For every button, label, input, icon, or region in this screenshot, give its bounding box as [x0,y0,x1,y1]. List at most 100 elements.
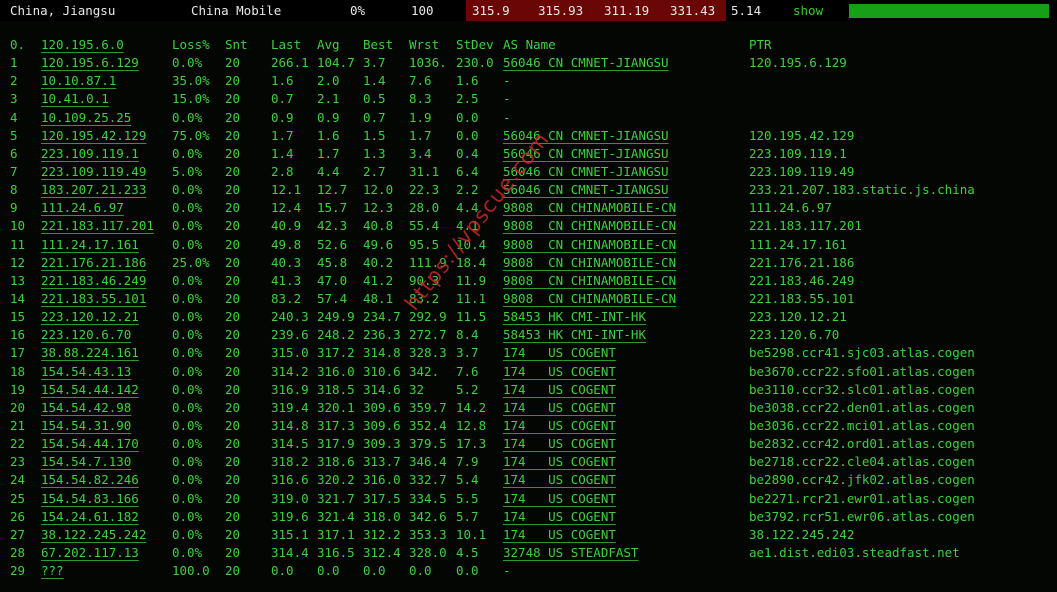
cell-stdev: 10.1 [456,526,487,542]
cell-loss: 0.0% [172,472,203,488]
cell-as[interactable]: 9808 CN CHINAMOBILE-CN [503,254,676,272]
table-row: 24 154.54.82.246 0.0% 20 316.6 320.2 316.0 332.… [0,471,1057,489]
cell-as[interactable]: 174 US COGENT [503,490,616,508]
cell-as[interactable]: 9808 CN CHINAMOBILE-CN [503,236,676,254]
cell-host[interactable]: 221.183.46.249 [41,272,146,290]
cell-best: 48.1 [363,290,394,306]
cell-as[interactable]: 174 US COGENT [503,344,616,362]
cell-last: 239.6 [271,327,309,343]
col-avg: Avg [317,37,340,52]
cell-as[interactable]: 9808 CN CHINAMOBILE-CN [503,290,676,308]
table-row: 1 120.195.6.129 0.0% 20 266.1 104.7 3.7 1036. 23… [0,54,1057,72]
cell-as[interactable]: 174 US COGENT [503,453,616,471]
cell-as[interactable]: 174 US COGENT [503,363,616,381]
cell-best: 12.3 [363,200,394,216]
table-row: 13 221.183.46.249 0.0% 20 41.3 47.0 41.2 90.3 11… [0,272,1057,290]
cell-as[interactable]: 9808 CN CHINAMOBILE-CN [503,217,676,235]
cell-as[interactable]: 56046 CN CMNET-JIANGSU [503,54,669,72]
cell-best: 1.5 [363,127,386,143]
cell-last: 0.9 [271,109,294,125]
cell-host[interactable]: 154.54.43.13 [41,363,131,381]
cell-host[interactable]: ??? [41,562,64,580]
cell-wrst: 342.6 [409,508,447,524]
cell-host[interactable]: 10.10.87.1 [41,72,116,90]
cell-host[interactable]: 223.120.6.70 [41,326,131,344]
cell-last: 12.1 [271,182,302,198]
cell-as[interactable]: 32748 US STEADFAST [503,544,638,562]
cell-loss: 0.0% [172,309,203,325]
cell-snt: 20 [225,563,241,579]
cell-host[interactable]: 38.88.224.161 [41,344,139,362]
cell-host[interactable]: 221.183.117.201 [41,217,154,235]
cell-host[interactable]: 223.109.119.1 [41,145,139,163]
cell-as[interactable]: 174 US COGENT [503,508,616,526]
cell-as[interactable]: 174 US COGENT [503,381,616,399]
cell-best: 234.7 [363,309,401,325]
cell-last: 314.8 [271,417,309,433]
cell-host[interactable]: 120.195.6.129 [41,54,139,72]
cell-host[interactable]: 154.54.31.90 [41,417,131,435]
cell-host[interactable]: 183.207.21.233 [41,181,146,199]
table-row: 22 154.54.44.170 0.0% 20 314.5 317.9 309.3 379.… [0,435,1057,453]
cell-avg: 1.6 [317,127,340,143]
cell-host[interactable]: 221.183.55.101 [41,290,146,308]
cell-host[interactable]: 10.109.25.25 [41,109,131,127]
cell-host[interactable]: 223.109.119.49 [41,163,146,181]
table-header: 0. 120.195.6.0 Loss% Snt Last Avg Best W… [0,36,1057,54]
col-stdev: StDev [456,37,494,52]
col-host[interactable]: 120.195.6.0 [41,36,124,54]
cell-no: 25 [10,490,26,506]
cell-last: 1.7 [271,127,294,143]
cell-no: 9 [10,200,18,216]
cell-best: 310.6 [363,363,401,379]
cell-host[interactable]: 111.24.6.97 [41,199,124,217]
cell-as[interactable]: 174 US COGENT [503,399,616,417]
cell-as[interactable]: 9808 CN CHINAMOBILE-CN [503,199,676,217]
table-row: 2 10.10.87.1 35.0% 20 1.6 2.0 1.4 7.6 1.6 - [0,72,1057,90]
cell-loss: 0.0% [172,508,203,524]
cell-as[interactable]: 174 US COGENT [503,526,616,544]
cell-snt: 20 [225,236,241,252]
cell-loss: 0.0% [172,526,203,542]
table-row: 17 38.88.224.161 0.0% 20 315.0 317.2 314.8 328.… [0,344,1057,362]
cell-avg: 2.1 [317,91,340,107]
cell-loss: 100.0 [172,563,210,579]
cell-stdev: 17.3 [456,436,487,452]
cell-host[interactable]: 154.54.82.246 [41,471,139,489]
cell-host[interactable]: 154.54.44.142 [41,381,139,399]
cell-host[interactable]: 111.24.17.161 [41,236,139,254]
cell-host[interactable]: 154.54.7.130 [41,453,131,471]
cell-host[interactable]: 223.120.12.21 [41,308,139,326]
cell-as: - [503,109,511,125]
cell-avg: 248.2 [317,327,355,343]
cell-host[interactable]: 154.54.44.170 [41,435,139,453]
cell-stdev: 5.4 [456,472,479,488]
cell-host[interactable]: 120.195.42.129 [41,127,146,145]
cell-ptr: ae1.dist.edi03.steadfast.net [749,544,960,560]
cell-host[interactable]: 154.24.61.182 [41,508,139,526]
cell-host[interactable]: 10.41.0.1 [41,90,109,108]
cell-as[interactable]: 174 US COGENT [503,417,616,435]
cell-stdev: 11.5 [456,309,487,325]
cell-as[interactable]: 56046 CN CMNET-JIANGSU [503,181,669,199]
cell-as[interactable]: 174 US COGENT [503,435,616,453]
cell-no: 3 [10,91,18,107]
cell-as[interactable]: 58453 HK CMI-INT-HK [503,326,646,344]
cell-host[interactable]: 67.202.117.13 [41,544,139,562]
cell-host[interactable]: 154.54.83.166 [41,490,139,508]
cell-stdev: 230.0 [456,55,494,71]
cell-best: 0.7 [363,109,386,125]
cell-loss: 0.0% [172,290,203,306]
cell-host[interactable]: 154.54.42.98 [41,399,131,417]
cell-loss: 5.0% [172,163,203,179]
cell-host[interactable]: 38.122.245.242 [41,526,146,544]
cell-stdev: 2.2 [456,182,479,198]
cell-best: 314.6 [363,381,401,397]
cell-host[interactable]: 221.176.21.186 [41,254,146,272]
cell-as[interactable]: 9808 CN CHINAMOBILE-CN [503,272,676,290]
show-link[interactable]: show [793,2,823,19]
cell-snt: 20 [225,127,241,143]
cell-as[interactable]: 58453 HK CMI-INT-HK [503,308,646,326]
cell-best: 312.2 [363,526,401,542]
cell-as[interactable]: 174 US COGENT [503,471,616,489]
